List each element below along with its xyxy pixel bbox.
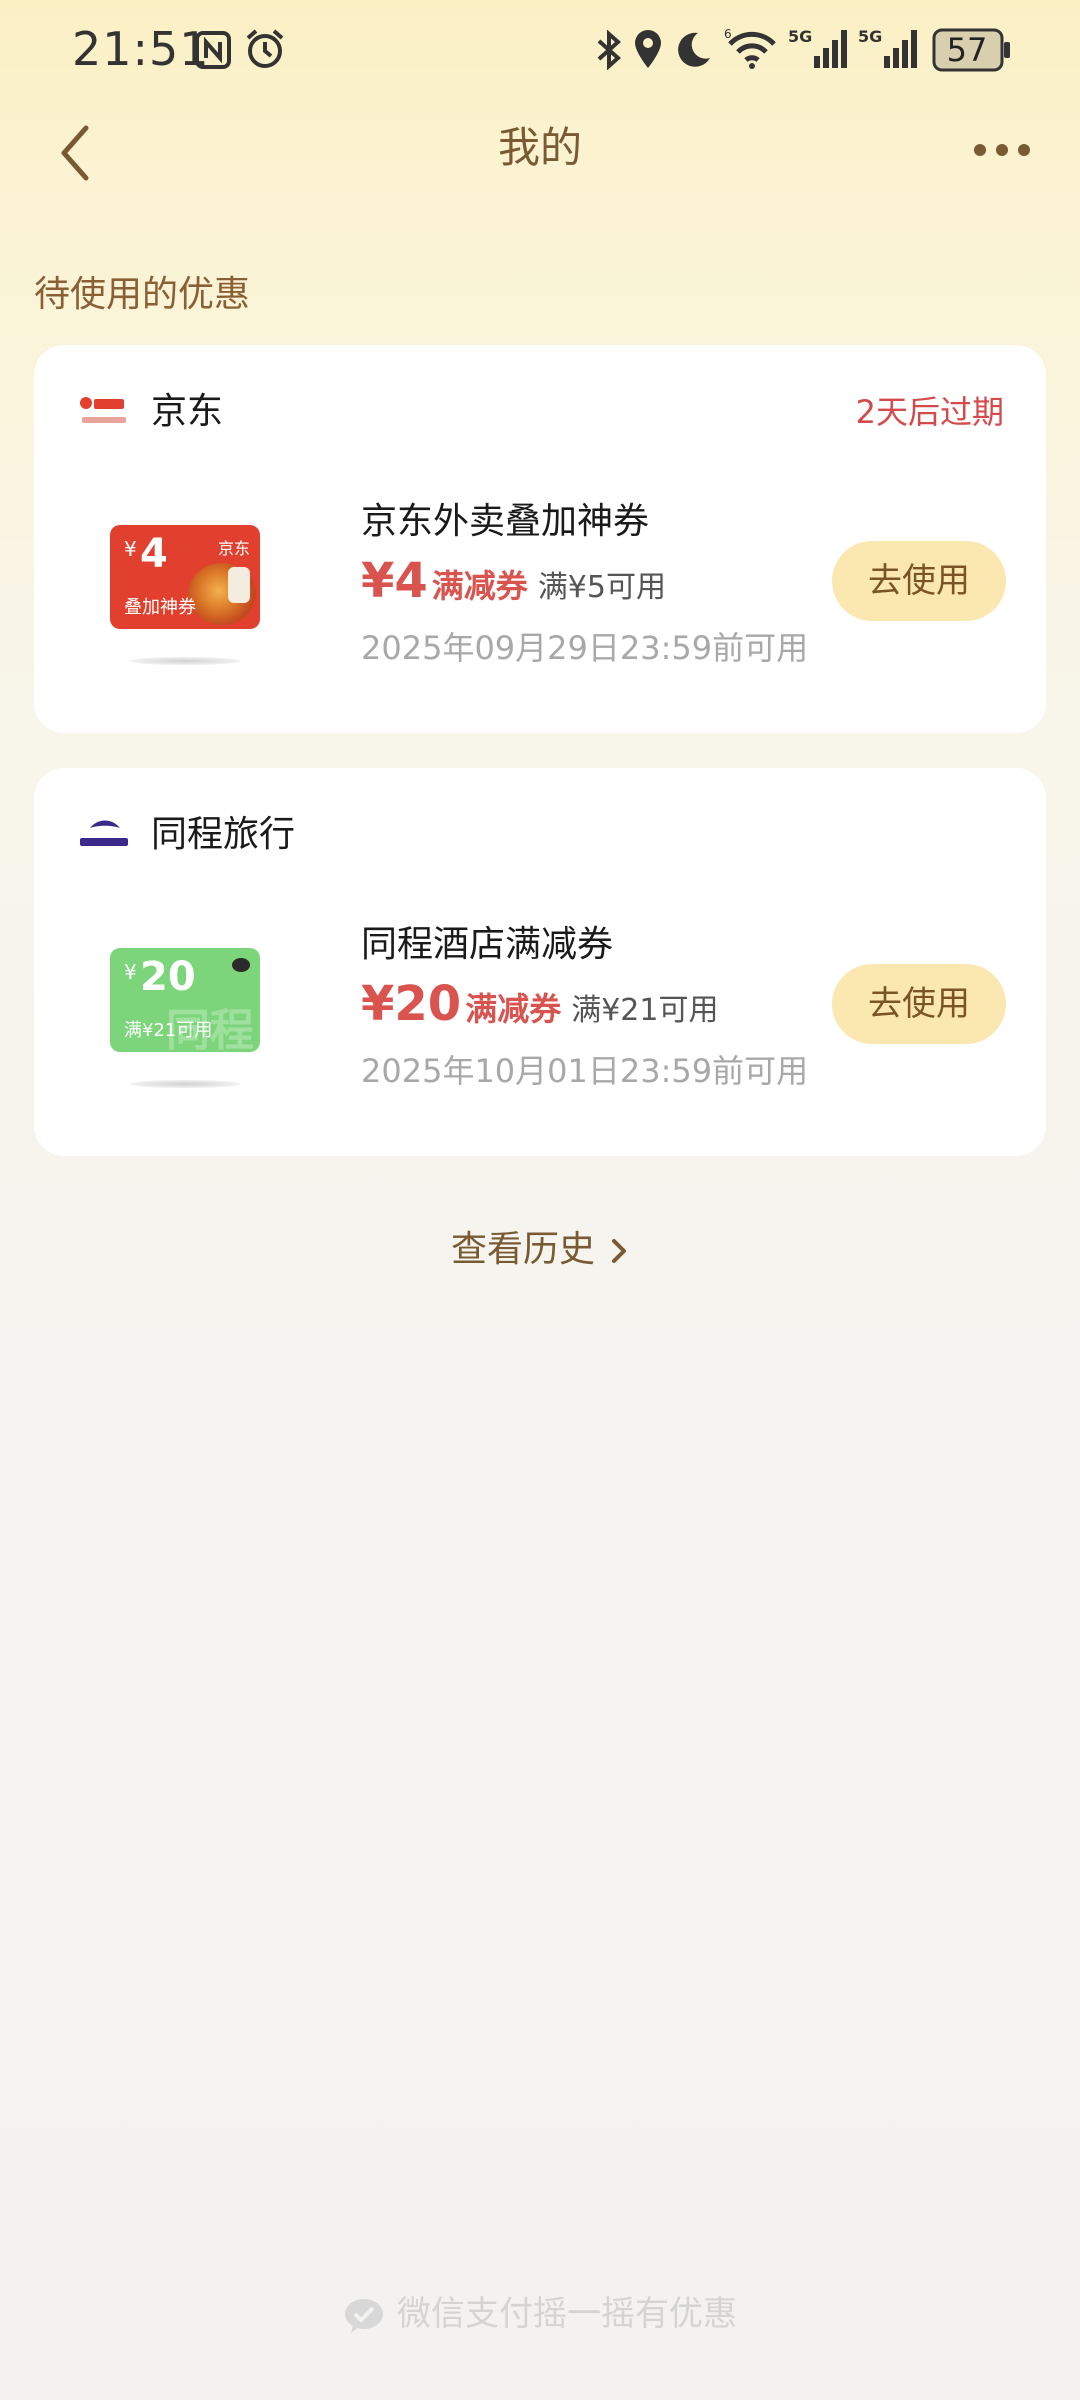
status-bar: 21:51 6 5G 5G 57 (0, 0, 1080, 100)
bluetooth-icon (597, 30, 622, 70)
coupon-value: ¥20 (361, 976, 462, 1032)
coupon-name: 京东外卖叠加神券 (361, 501, 650, 542)
svg-text:6: 6 (724, 27, 732, 41)
coupon-card[interactable]: 同程旅行 同程 ¥ 20 满¥21可用 同程酒店满减券 ¥20 满减券 满¥21可用… (34, 768, 1046, 1156)
drink-image (228, 567, 250, 603)
thumb-currency: ¥ (124, 960, 137, 984)
coupon-type: 满减券 (431, 567, 528, 605)
jd-logo-icon (80, 397, 126, 423)
coupon-condition: 满¥21可用 (571, 993, 719, 1028)
view-history-link[interactable]: 查看历史 (0, 1220, 1080, 1280)
battery-icon: 57 (932, 28, 1012, 72)
svg-text:5G: 5G (788, 27, 812, 46)
thumb-amount: 4 (140, 531, 168, 577)
moon-icon (678, 32, 710, 67)
coupon-value-row: ¥20 满减券 满¥21可用 (361, 976, 718, 1036)
coupon-thumbnail: ¥ 4 京东 叠加神券 (110, 525, 260, 629)
coupon-valid-until: 2025年10月01日23:59前可用 (361, 1052, 809, 1090)
location-icon (635, 30, 661, 68)
status-time: 21:51 (72, 22, 210, 76)
thumb-caption: 叠加神券 (124, 597, 196, 618)
thumb-shadow (130, 657, 240, 665)
thumb-shadow (130, 1080, 240, 1088)
coupon-name: 同程酒店满减券 (361, 924, 614, 965)
coupon-card[interactable]: 京东 2天后过期 ¥ 4 京东 叠加神券 京东外卖叠加神券 ¥4 满减券 满¥5可用… (34, 345, 1046, 733)
page-title: 我的 (497, 123, 582, 172)
wechat-pay-icon (345, 2298, 383, 2333)
battery-level: 57 (946, 31, 988, 69)
coupon-value-row: ¥4 满减券 满¥5可用 (361, 553, 666, 613)
coupon-thumbnail: 同程 ¥ 20 满¥21可用 (110, 948, 260, 1052)
view-history-label: 查看历史 (450, 1229, 595, 1270)
tongcheng-logo-icon (80, 820, 128, 846)
merchant-name: 同程旅行 (151, 814, 296, 855)
thumb-amount: 20 (140, 954, 196, 1000)
coupon-value: ¥4 (361, 553, 428, 609)
signal-5g-icon: 5G (788, 27, 847, 68)
alarm-icon (246, 29, 284, 68)
wifi-icon: 6 (724, 27, 776, 69)
thumb-brand: 京东 (217, 539, 250, 558)
coupon-type: 满减券 (465, 990, 562, 1028)
nfc-icon (195, 31, 231, 69)
use-coupon-button[interactable]: 去使用 (832, 964, 1006, 1044)
signal-5g-icon: 5G (858, 27, 917, 68)
thumb-currency: ¥ (124, 537, 137, 561)
coupon-condition: 满¥5可用 (537, 570, 666, 605)
thumb-caption: 满¥21可用 (124, 1020, 213, 1041)
expire-tag: 2天后过期 (855, 393, 1004, 431)
use-coupon-button[interactable]: 去使用 (832, 541, 1006, 621)
more-dots-icon[interactable] (970, 130, 1034, 170)
footer-text: 微信支付摇一摇有优惠 (397, 2294, 737, 2334)
section-title: 待使用的优惠 (34, 274, 251, 315)
svg-text:5G: 5G (858, 27, 882, 46)
bird-logo-icon (232, 958, 250, 972)
coupon-valid-until: 2025年09月29日23:59前可用 (361, 629, 809, 667)
footer: 微信支付摇一摇有优惠 (0, 2286, 1080, 2342)
merchant-name: 京东 (151, 391, 224, 432)
chevron-right-icon (612, 1239, 626, 1263)
